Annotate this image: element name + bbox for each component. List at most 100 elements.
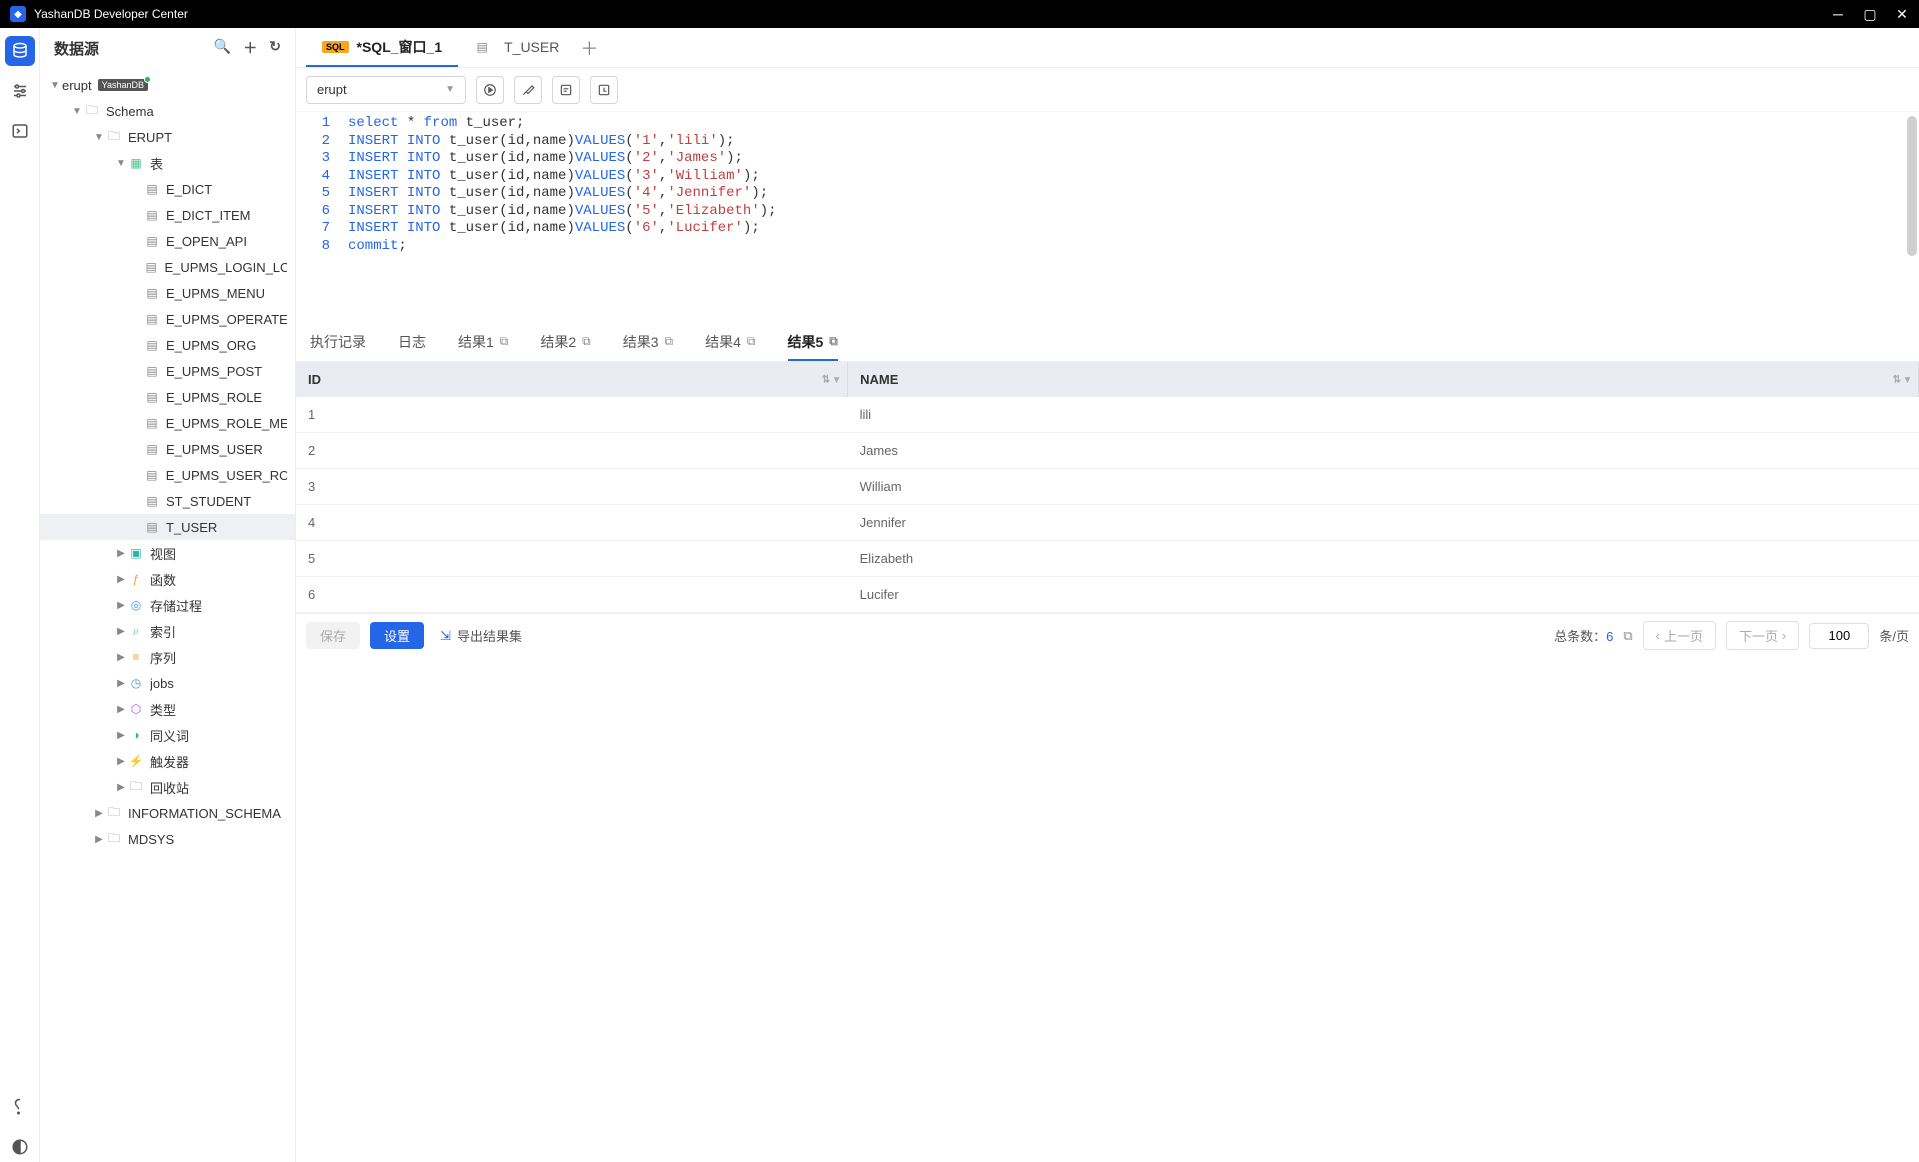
rtab-history[interactable]: 执行记录 [310, 322, 366, 361]
tree-table-item[interactable]: ▤E_DICT_ITEM [40, 202, 295, 228]
th-id[interactable]: ID⇅▾ [296, 362, 848, 397]
table-row[interactable]: 1lili [296, 397, 1919, 433]
popout-icon[interactable]: ⧉ [665, 334, 674, 349]
filter-icon[interactable]: ▾ [834, 374, 839, 385]
tree-table-item[interactable]: ▤E_UPMS_USER_RO [40, 462, 295, 488]
tree-table-item[interactable]: ▤E_UPMS_LOGIN_LOG [40, 254, 295, 280]
tree-erupt[interactable]: ▼ 🗀 ERUPT [40, 124, 295, 150]
tree-schema-info[interactable]: ▶🗀INFORMATION_SCHEMA [40, 800, 295, 826]
save-button[interactable]: 保存 [306, 622, 360, 649]
rail-theme-icon[interactable] [5, 1132, 35, 1162]
tree-table-item[interactable]: ▤E_UPMS_POST [40, 358, 295, 384]
table-row[interactable]: 2James [296, 433, 1919, 469]
rtab-result1[interactable]: 结果1⧉ [458, 322, 508, 361]
popout-icon[interactable]: ⧉ [829, 334, 838, 349]
settings-button[interactable]: 设置 [370, 622, 424, 649]
tree-table-item[interactable]: ▤E_UPMS_ROLE_ME [40, 410, 295, 436]
rtab-result2[interactable]: 结果2⧉ [540, 322, 590, 361]
per-page-label: 条/页 [1879, 626, 1909, 645]
tree-table-item[interactable]: ▤E_UPMS_ROLE [40, 384, 295, 410]
rtab-result4[interactable]: 结果4 ⧉ [705, 322, 755, 361]
tab-add-button[interactable]: ＋ [575, 28, 603, 67]
format-button[interactable] [514, 76, 542, 104]
run-button[interactable] [476, 76, 504, 104]
tree-schema[interactable]: ▼ 🗀 Schema [40, 98, 295, 124]
table-row[interactable]: 4Jennifer [296, 505, 1919, 541]
tree-table-item[interactable]: ▤E_UPMS_OPERATE [40, 306, 295, 332]
popout-icon[interactable]: ⧉ [747, 334, 756, 349]
cell-id: 3 [296, 469, 848, 505]
rtab-result5[interactable]: 结果5 ⧉ [788, 322, 838, 361]
rail-settings-icon[interactable] [5, 76, 35, 106]
tree-root[interactable]: ▼ erupt YashanDB [40, 72, 295, 98]
sort-icon[interactable]: ⇅ [1893, 374, 1901, 385]
datasource-dropdown[interactable]: erupt ▼ [306, 76, 466, 104]
sidebar: 数据源 🔍 ＋ ↻ ▼ erupt YashanDB ▼ 🗀 Schema ▼ … [40, 28, 296, 1162]
tree-table-label: E_UPMS_OPERATE [166, 312, 287, 327]
add-icon[interactable]: ＋ [243, 38, 257, 58]
total-count: 总条数：6 [1554, 626, 1613, 645]
filter-icon[interactable]: ▾ [1905, 374, 1910, 385]
next-page-button[interactable]: 下一页› [1726, 621, 1799, 650]
tree-cat-type[interactable]: ▶⬡类型 [40, 696, 295, 722]
refresh-icon[interactable]: ↻ [269, 38, 281, 58]
caret-down-icon: ▼ [92, 132, 106, 143]
tree-cat-func[interactable]: ▶ƒ函数 [40, 566, 295, 592]
tree-table-item[interactable]: ▤E_UPMS_ORG [40, 332, 295, 358]
maximize-button[interactable]: ▢ [1863, 7, 1877, 21]
rail-help-icon[interactable] [5, 1092, 35, 1122]
tree-cat-jobs[interactable]: ▶◷jobs [40, 670, 295, 696]
prev-page-button[interactable]: ‹上一页 [1643, 621, 1716, 650]
editor-scrollbar[interactable] [1907, 116, 1917, 256]
tree-table-item[interactable]: ▤E_DICT [40, 176, 295, 202]
tree-cat-bin[interactable]: ▶🗀回收站 [40, 774, 295, 800]
cell-name: James [848, 433, 1919, 469]
page-size-input[interactable] [1809, 623, 1869, 649]
save-sql-button[interactable] [590, 76, 618, 104]
tab-sql-window[interactable]: SQL *SQL_窗口_1 [306, 28, 458, 67]
tree-table-item[interactable]: ▤E_UPMS_USER [40, 436, 295, 462]
table-row[interactable]: 5Elizabeth [296, 541, 1919, 577]
tree-cat-proc[interactable]: ▶◎存储过程 [40, 592, 295, 618]
tree-table-item[interactable]: ▤ST_STUDENT [40, 488, 295, 514]
table-icon: ▤ [144, 285, 160, 301]
rtab-label: 结果5 [788, 332, 824, 352]
code-editor[interactable]: 12345678 select * from t_user;INSERT INT… [296, 112, 1919, 322]
tree-cat-view[interactable]: ▶▣视图 [40, 540, 295, 566]
tree-cat-seq[interactable]: ▶≡序列 [40, 644, 295, 670]
chevron-right-icon: › [1782, 628, 1786, 643]
explain-button[interactable] [552, 76, 580, 104]
editor-tabs: SQL *SQL_窗口_1 ▤ T_USER ＋ [296, 28, 1919, 68]
tab-t-user[interactable]: ▤ T_USER [458, 28, 575, 67]
tree-table-item[interactable]: ▤E_UPMS_MENU [40, 280, 295, 306]
rail-datasource-icon[interactable] [5, 36, 35, 66]
tree-schema-mdsys[interactable]: ▶🗀MDSYS [40, 826, 295, 852]
sidebar-title: 数据源 [54, 38, 99, 59]
rtab-result3[interactable]: 结果3⧉ [623, 322, 673, 361]
rtab-log[interactable]: 日志 [398, 322, 426, 361]
caret-right-icon: ▶ [114, 756, 128, 767]
rtab-label: 日志 [398, 332, 426, 352]
tree-tables[interactable]: ▼ ▦ 表 [40, 150, 295, 176]
popout-icon[interactable]: ⧉ [1623, 628, 1632, 644]
th-name[interactable]: NAME⇅▾ [848, 362, 1919, 397]
minimize-button[interactable]: ─ [1831, 7, 1845, 21]
sort-icon[interactable]: ⇅ [822, 374, 830, 385]
tree-cat-trg[interactable]: ▶⚡触发器 [40, 748, 295, 774]
table-row[interactable]: 6Lucifer [296, 577, 1919, 613]
cell-id: 1 [296, 397, 848, 433]
tree-table-item[interactable]: ▤E_OPEN_API [40, 228, 295, 254]
search-icon[interactable]: 🔍 [214, 38, 231, 58]
tree-table-item[interactable]: ▤T_USER [40, 514, 295, 540]
export-button[interactable]: ⇲导出结果集 [434, 626, 528, 645]
rtab-label: 结果4 [705, 332, 741, 352]
editor-code[interactable]: select * from t_user;INSERT INTO t_user(… [340, 112, 1919, 322]
popout-icon[interactable]: ⧉ [582, 334, 591, 349]
table-row[interactable]: 3William [296, 469, 1919, 505]
rail-terminal-icon[interactable] [5, 116, 35, 146]
tree-cat-syn[interactable]: ▶◑同义词 [40, 722, 295, 748]
close-button[interactable]: ✕ [1895, 7, 1909, 21]
tree-cat-idx[interactable]: ▶⌕索引 [40, 618, 295, 644]
popout-icon[interactable]: ⧉ [500, 334, 509, 349]
caret-down-icon: ▼ [70, 106, 84, 117]
